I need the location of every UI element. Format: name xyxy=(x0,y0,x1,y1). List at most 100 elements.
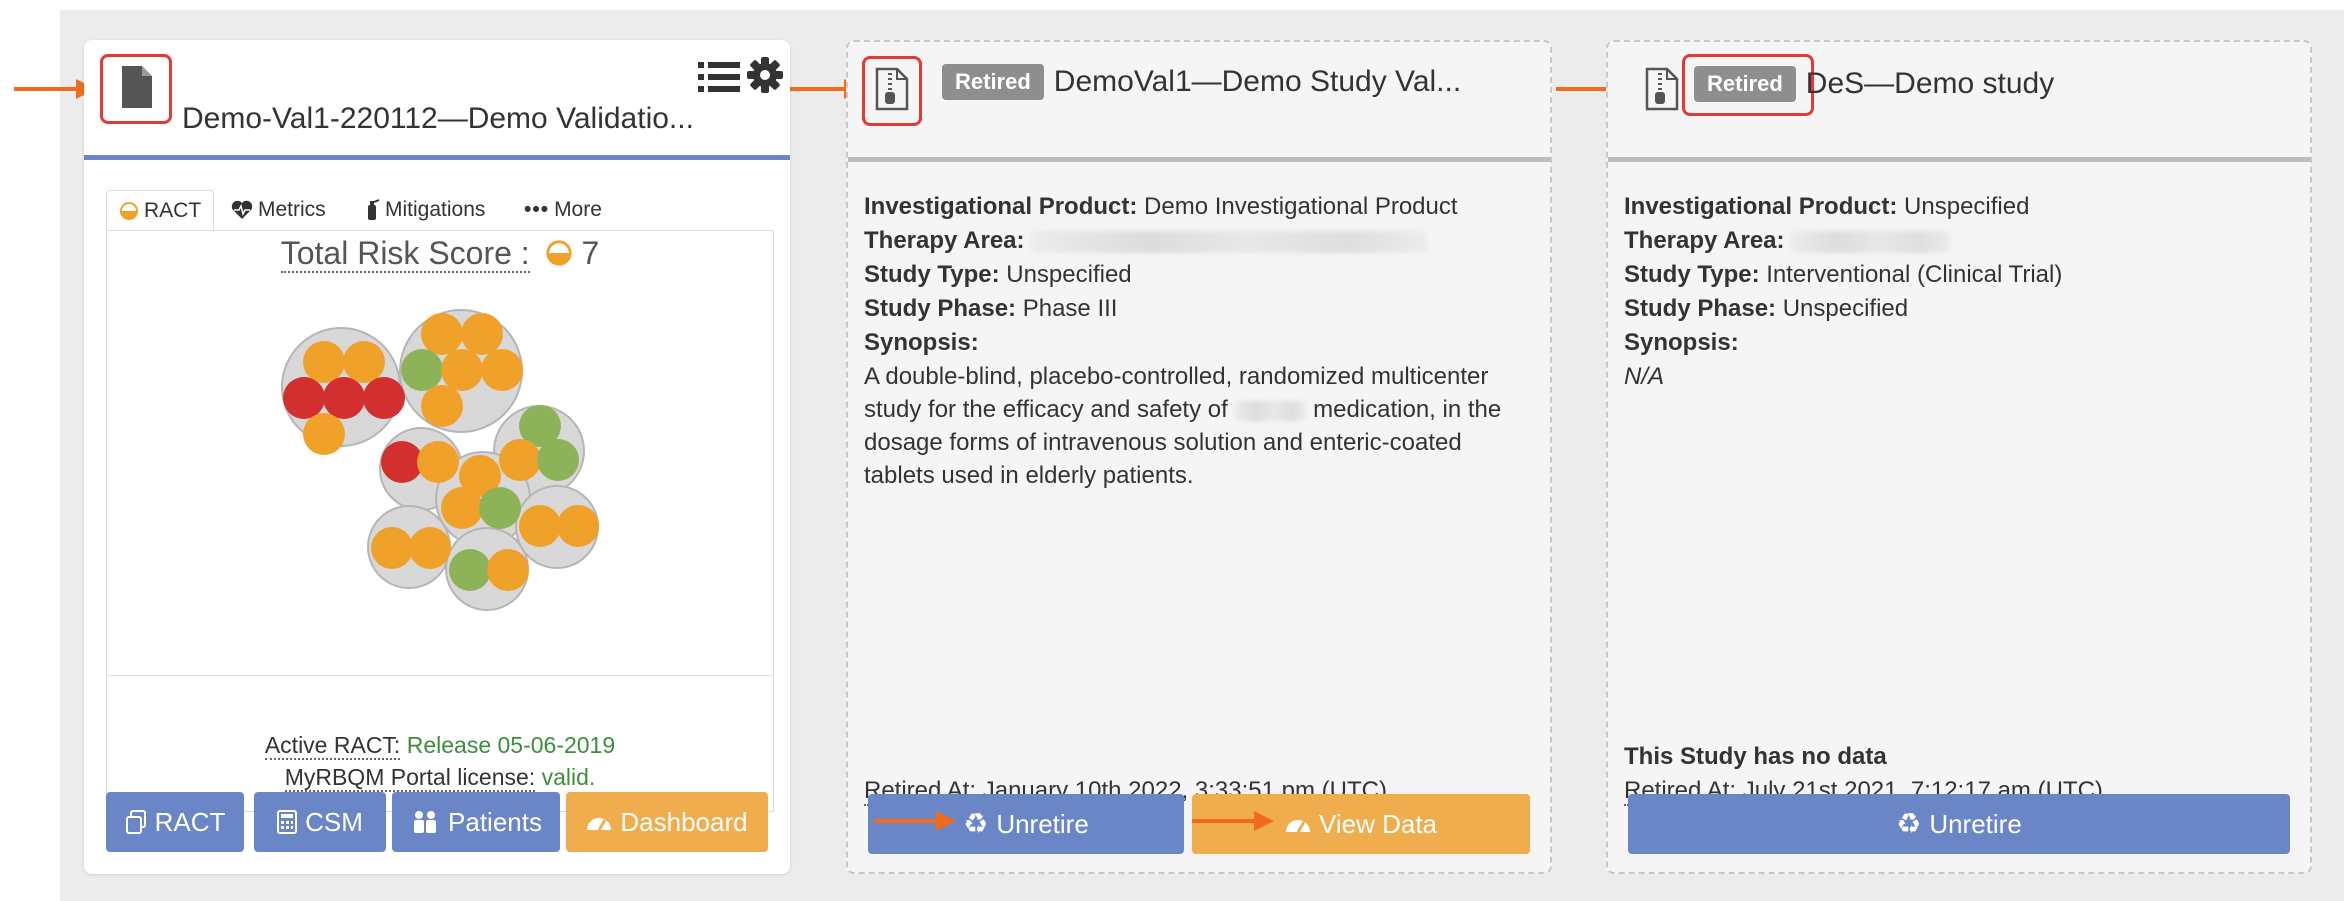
annotation-arrow-view-data xyxy=(1192,811,1274,831)
copy-icon xyxy=(125,810,146,834)
study-card-active: Demo-Val1-220112—Demo Validatio... .card… xyxy=(84,40,790,874)
redacted-value xyxy=(1234,400,1307,421)
fire-extinguisher-icon xyxy=(368,199,380,220)
risk-dot[interactable] xyxy=(519,505,561,547)
field-label: Study Type: xyxy=(1624,261,1760,288)
synopsis-text: A double-blind, placebo-controlled, rand… xyxy=(864,360,1524,492)
document-zip-icon[interactable] xyxy=(1644,66,1680,112)
study-tabs: RACT Metrics Mitigations ••• More Total … xyxy=(106,180,774,862)
field-label: Synopsis: xyxy=(864,329,979,356)
tab-label: Metrics xyxy=(258,198,326,221)
document-icon[interactable] xyxy=(120,64,154,110)
investigational-product: Investigational Product: Demo Investigat… xyxy=(864,190,1458,224)
card-header: Retired DeS—Demo study xyxy=(1608,42,2310,162)
study-type: Study Type: Interventional (Clinical Tri… xyxy=(1624,258,2062,292)
card-title[interactable]: DeS—Demo study xyxy=(1806,67,2054,101)
csm-button[interactable]: CSM xyxy=(254,792,386,852)
tab-metrics[interactable]: Metrics xyxy=(231,190,326,230)
field-value: Unspecified xyxy=(1904,193,2030,220)
risk-dot[interactable] xyxy=(421,385,463,427)
retired-badge: Retired xyxy=(1694,66,1796,102)
field-value: Phase III xyxy=(1022,295,1118,322)
synopsis-label: Synopsis: xyxy=(864,326,979,360)
ract-button[interactable]: RACT xyxy=(106,792,244,852)
active-ract-value[interactable]: Release 05-06-2019 xyxy=(407,732,615,758)
field-label: Study Phase: xyxy=(864,295,1017,322)
therapy-area: Therapy Area: xyxy=(864,224,1428,258)
field-value: Demo Investigational Product xyxy=(1144,193,1458,220)
button-label: Patients xyxy=(448,806,542,837)
field-label: Investigational Product: xyxy=(1624,193,1898,220)
dashboard-gauge-icon xyxy=(587,818,612,831)
risk-dot[interactable] xyxy=(449,549,491,591)
risk-dot[interactable] xyxy=(409,527,451,569)
no-data-notice: This Study has no data xyxy=(1624,740,1887,774)
card-title[interactable]: DemoVal1—Demo Study Val... xyxy=(1054,65,1461,99)
risk-dot[interactable] xyxy=(487,549,529,591)
field-value: Unspecified xyxy=(1006,261,1132,288)
study-card-retired: Retired DemoVal1—Demo Study Val... Inves… xyxy=(846,40,1552,874)
patients-button[interactable]: Patients xyxy=(392,792,560,852)
study-type: Study Type: Unspecified xyxy=(864,258,1132,292)
ellipsis-icon: ••• xyxy=(524,198,550,221)
retired-badge: Retired xyxy=(942,64,1044,100)
license-label: MyRBQM Portal license: xyxy=(284,764,536,792)
card-title-wrap: Retired DeS—Demo study xyxy=(1694,66,2054,102)
field-label: Study Phase: xyxy=(1624,295,1777,322)
risk-dot[interactable] xyxy=(537,439,579,481)
risk-dot[interactable] xyxy=(481,349,523,391)
tab-ract[interactable]: RACT xyxy=(106,190,215,230)
heartbeat-icon xyxy=(231,200,253,219)
button-label: Unretire xyxy=(1929,808,2022,839)
tab-label: Mitigations xyxy=(385,198,486,221)
study-card-retired: Retired DeS—Demo study Investigational P… xyxy=(1606,40,2312,874)
dashboard-gauge-icon xyxy=(1285,820,1310,833)
risk-dot[interactable] xyxy=(479,487,521,529)
field-label: Investigational Product: xyxy=(864,193,1138,220)
risk-dot[interactable] xyxy=(363,377,405,419)
field-value: Interventional (Clinical Trial) xyxy=(1766,261,2063,288)
study-phase: Study Phase: Unspecified xyxy=(1624,292,1908,326)
recycle-icon: ♻ xyxy=(1896,808,1922,839)
therapy-area: Therapy Area: xyxy=(1624,224,1952,258)
no-data-text: This Study has no data xyxy=(1624,743,1887,770)
card-title[interactable]: Demo-Val1-220112—Demo Validatio... xyxy=(182,102,694,136)
active-ract-line: Active RACT: Release 05-06-2019 xyxy=(107,729,773,761)
button-label: Unretire xyxy=(996,808,1089,839)
tab-mitigations[interactable]: Mitigations xyxy=(364,190,485,230)
synopsis-label: Synopsis: xyxy=(1624,326,1739,360)
redacted-value xyxy=(1031,230,1428,253)
redacted-value xyxy=(1791,230,1952,253)
tab-label: More xyxy=(554,198,602,221)
unretire-button[interactable]: ♻ Unretire xyxy=(1628,794,2290,854)
license-value: valid. xyxy=(541,764,596,790)
dashboard-button[interactable]: Dashboard xyxy=(566,792,768,852)
field-label: Therapy Area: xyxy=(1624,227,1785,254)
people-icon xyxy=(414,811,437,833)
gear-icon[interactable] xyxy=(746,56,784,94)
risk-dot[interactable] xyxy=(303,413,345,455)
field-label: Therapy Area: xyxy=(864,227,1025,254)
risk-dot[interactable] xyxy=(499,439,541,481)
license-line: MyRBQM Portal license: valid. xyxy=(107,761,773,793)
panel-divider xyxy=(107,675,773,676)
risk-dot[interactable] xyxy=(557,505,599,547)
recycle-icon: ♻ xyxy=(963,808,989,839)
active-ract-label: Active RACT: xyxy=(264,732,401,760)
list-icon[interactable] xyxy=(698,60,740,94)
document-zip-icon[interactable] xyxy=(874,66,910,112)
field-label: Synopsis: xyxy=(1624,329,1739,356)
button-label: CSM xyxy=(305,806,363,837)
button-label: Dashboard xyxy=(620,806,748,837)
risk-dot[interactable] xyxy=(441,487,483,529)
ract-tab-panel: Total Risk Score : 7 Active RACT: Releas… xyxy=(106,230,774,812)
card-header: Demo-Val1-220112—Demo Validatio... xyxy=(84,40,790,160)
tab-more[interactable]: ••• More xyxy=(524,190,602,230)
risk-dot[interactable] xyxy=(371,527,413,569)
synopsis-value: N/A xyxy=(1624,363,1665,390)
risk-bubble-chart[interactable] xyxy=(107,231,775,671)
risk-dot[interactable] xyxy=(417,441,459,483)
tab-label: RACT xyxy=(144,198,202,222)
half-circle-icon xyxy=(120,201,138,220)
card-title-wrap: Retired DemoVal1—Demo Study Val... xyxy=(942,64,1461,100)
